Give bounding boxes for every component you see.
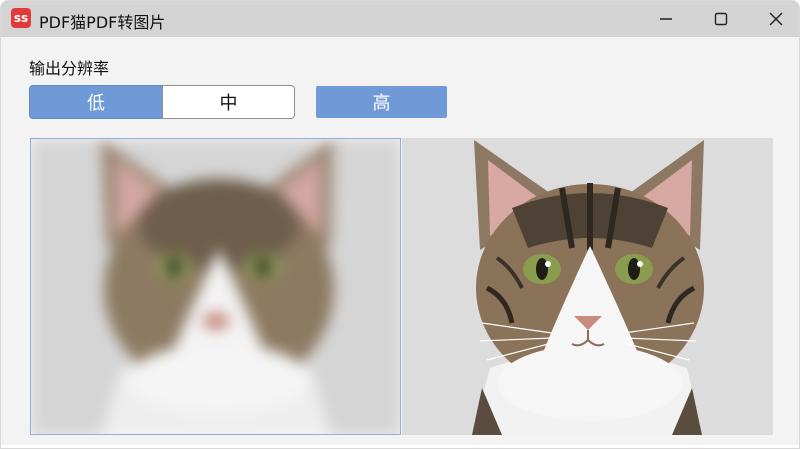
- minimize-button[interactable]: [643, 1, 689, 37]
- resolution-medium-label: 中: [219, 93, 238, 114]
- app-window: ss PDF猫PDF转图片 输出分辨率 低 中 高: [0, 0, 800, 449]
- resolution-low-button[interactable]: 低: [29, 85, 163, 119]
- close-icon: [769, 12, 783, 26]
- resolution-high-label: 高: [372, 93, 391, 114]
- title-bar[interactable]: ss PDF猫PDF转图片: [1, 1, 799, 37]
- resolution-medium-button[interactable]: 中: [162, 85, 295, 119]
- maximize-icon: [714, 12, 728, 26]
- window-bottom-edge: [1, 445, 799, 448]
- resolution-high-button[interactable]: 高: [316, 86, 447, 118]
- cat-image-sharp: [402, 138, 773, 435]
- maximize-button[interactable]: [698, 1, 744, 37]
- app-logo-icon: ss: [11, 8, 31, 28]
- close-button[interactable]: [753, 1, 799, 37]
- minimize-icon: [660, 18, 672, 20]
- resolution-low-label: 低: [87, 93, 105, 114]
- cat-image-blurred: [31, 139, 400, 434]
- output-resolution-label: 输出分辨率: [29, 59, 110, 78]
- window-title: PDF猫PDF转图片: [39, 13, 166, 32]
- low-resolution-preview: [30, 138, 401, 435]
- high-resolution-preview: [402, 138, 773, 435]
